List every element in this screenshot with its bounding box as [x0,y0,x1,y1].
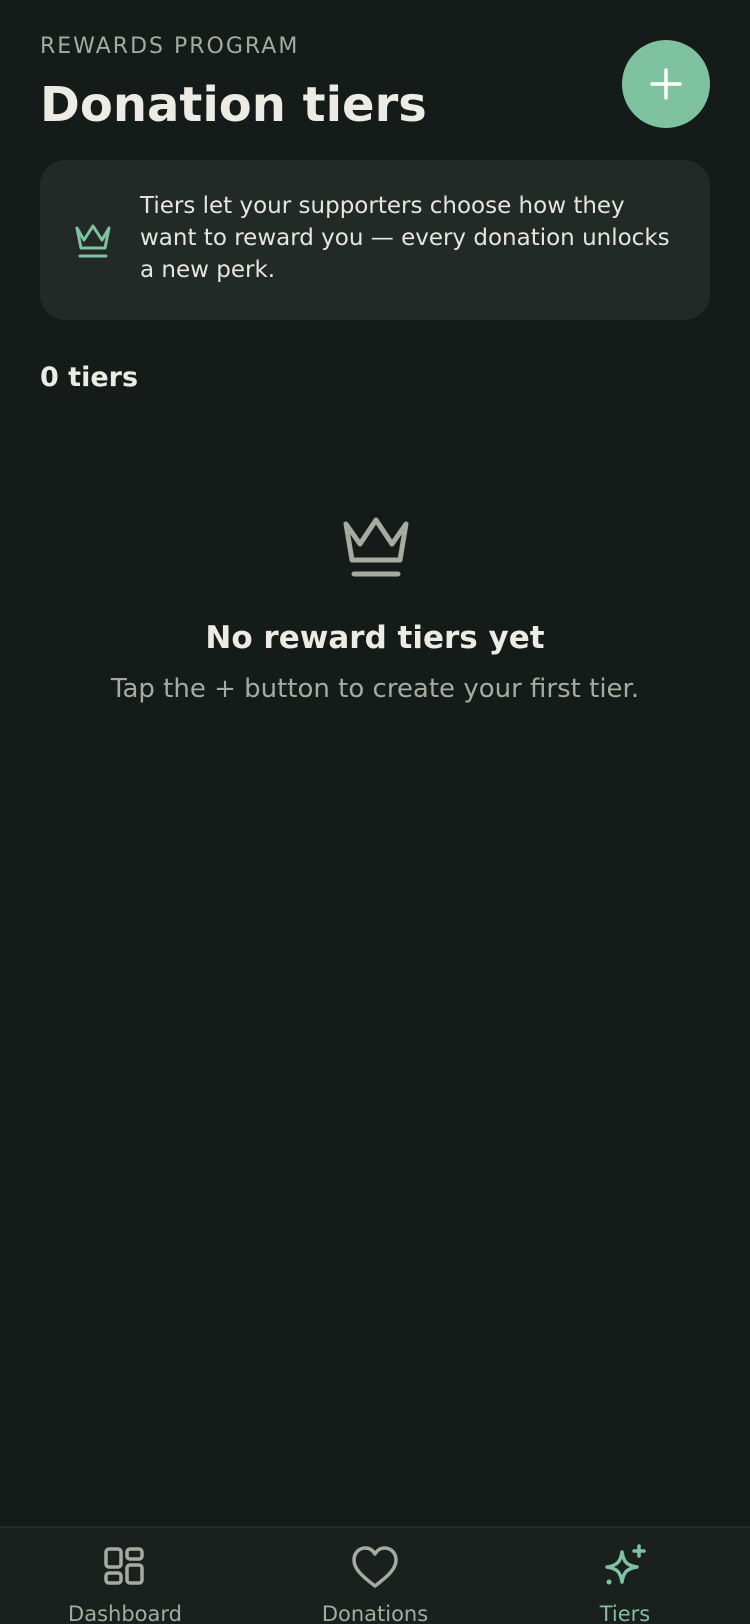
nav-item-donations[interactable]: Donations [250,1528,500,1624]
empty-state-title: No reward tiers yet [205,620,545,656]
sparkle-icon [605,1544,646,1585]
crown-icon [343,517,409,577]
overline-label: REWARDS PROGRAM [40,34,300,59]
page-title: Donation tiers [40,77,427,133]
grid-icon [104,1547,144,1585]
nav-label-donations: Donations [321,1602,429,1624]
heart-icon [352,1546,398,1588]
nav-item-dashboard[interactable]: Dashboard [0,1528,250,1624]
nav-label-dashboard: Dashboard [68,1602,182,1624]
info-card-text: Tiers let your supporters choose how the… [140,193,670,283]
tier-count: 0 tiers [40,362,139,393]
add-tier-button[interactable] [622,40,710,128]
nav-label-tiers: Tiers [599,1602,651,1624]
nav-item-tiers[interactable]: Tiers [500,1528,750,1624]
crown-icon [75,224,111,258]
plus-icon [650,68,682,100]
info-card: Tiers let your supporters choose how the… [40,160,710,320]
empty-state-subtitle: Tap the + button to create your first ti… [110,674,640,704]
bottom-nav: Dashboard Donations Tiers [0,1526,750,1624]
